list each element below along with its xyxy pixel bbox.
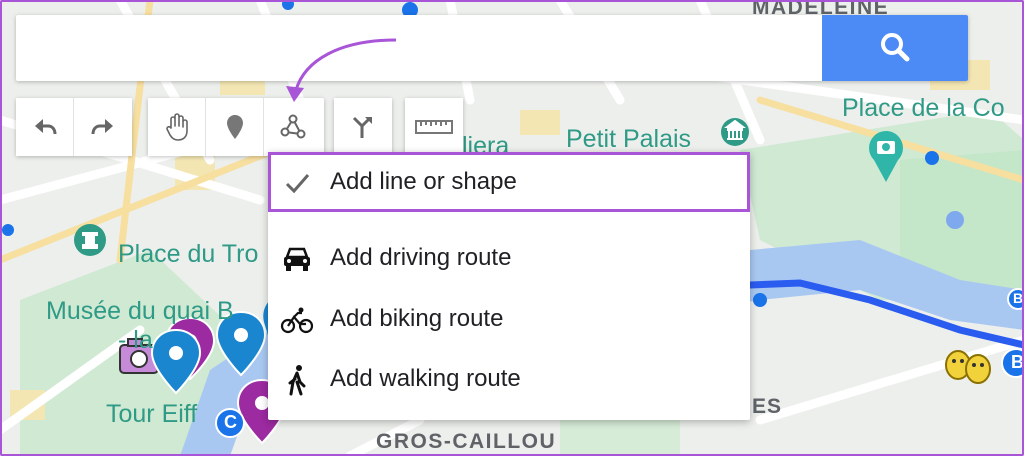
map-viewport[interactable]: MADELEINE Place de la Co Petit Palais li…: [0, 0, 1024, 456]
menu-item-add-biking-route[interactable]: Add biking route: [268, 289, 750, 349]
menu-item-label: Add driving route: [330, 244, 512, 271]
draw-dropdown-menu: Add line or shape Add driving route Add …: [268, 152, 750, 420]
menu-item-label: Add walking route: [330, 365, 521, 392]
menu-item-add-line-or-shape[interactable]: Add line or shape: [268, 152, 750, 212]
checkmark-icon: [280, 166, 314, 200]
menu-item-label: Add biking route: [330, 305, 504, 332]
menu-item-add-walking-route[interactable]: Add walking route: [268, 349, 750, 409]
walk-icon: [280, 363, 314, 397]
menu-item-label: Add line or shape: [330, 168, 517, 195]
car-icon: [280, 242, 314, 276]
menu-item-add-driving-route[interactable]: Add driving route: [268, 228, 750, 288]
bike-icon: [280, 303, 314, 337]
